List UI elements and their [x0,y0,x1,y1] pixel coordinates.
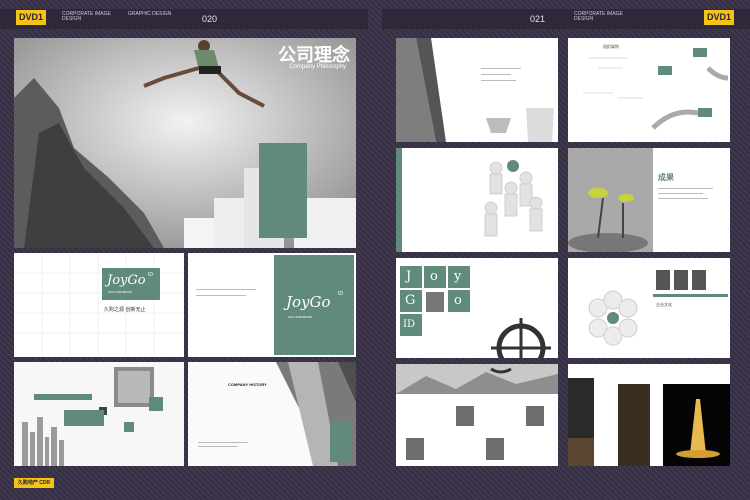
cover-logo-sub: GAO STENBOOK [108,290,133,294]
skyscraper-page [396,38,558,142]
leaders-illustration [396,364,558,460]
cover-tagline: 久购之源 创新无止 [104,307,146,313]
cover-logo: JoyGo [107,273,146,288]
left-dvd-badge: DVD1 [16,10,46,25]
joy-grid-page: J o y G o ID [396,258,558,358]
cover-logo-box: JoyGo ID GAO STENBOOK [102,268,160,300]
cover-logo-sup: ID [148,272,153,278]
achievement-heading: 成果 [658,173,674,182]
left-page-number: 020 [202,14,218,24]
ship-wheel-icon [491,318,551,358]
hands-illustration [583,48,729,130]
culture-heading: 企业文化 [656,302,672,307]
right-header-tab [382,9,750,29]
history-heading: COMPANY HISTORY [228,382,267,387]
left-caption-2: GRAPHIC DESIGN [128,11,172,17]
city-cubes-page [14,362,184,466]
sprout-illustration [568,148,653,252]
teamwork-page [396,148,558,252]
hero-philosophy-page: 公司理念 Company Philosophy [14,38,356,248]
cover-page-thumbnail: JoyGo ID GAO STENBOOK 久购之源 创新无止 [14,253,184,357]
night-city-illustration [568,378,730,466]
skyscraper-illustration [396,38,554,142]
footer-tag: 久购地产 CDR [14,478,54,488]
city-label-box [64,410,104,426]
hero-subtitle: Company Philosophy [289,64,346,70]
back-logo: JoyGo [286,293,331,311]
structure-page: 组织架构 [568,38,730,142]
circle-people-illustration [588,270,728,346]
achievement-page: 成果 [568,148,730,252]
company-history-page: COMPANY HISTORY [188,362,356,466]
top-bar: DVD1 DVD1 CORPORATE IMAGE DESIGN GRAPHIC… [0,0,750,30]
teamwork-illustration [484,160,543,237]
history-buildings [188,362,356,466]
back-logo-sub: GAO STENBOOK [288,315,313,319]
left-caption-1: CORPORATE IMAGE DESIGN [62,11,111,22]
structure-heading: 组织架构 [603,44,619,49]
culture-page: 企业文化 [568,258,730,358]
right-caption: CORPORATE IMAGE DESIGN [574,11,623,22]
right-dvd-badge: DVD1 [704,10,734,25]
night-city-page [568,364,730,466]
back-cover-logo-panel: JoyGo ID GAO STENBOOK [274,255,354,355]
right-page-number: 021 [530,14,546,24]
back-cover-thumbnail: JoyGo ID GAO STENBOOK [188,253,356,357]
back-logo-sup: ID [338,291,343,297]
leaders-page [396,364,558,466]
